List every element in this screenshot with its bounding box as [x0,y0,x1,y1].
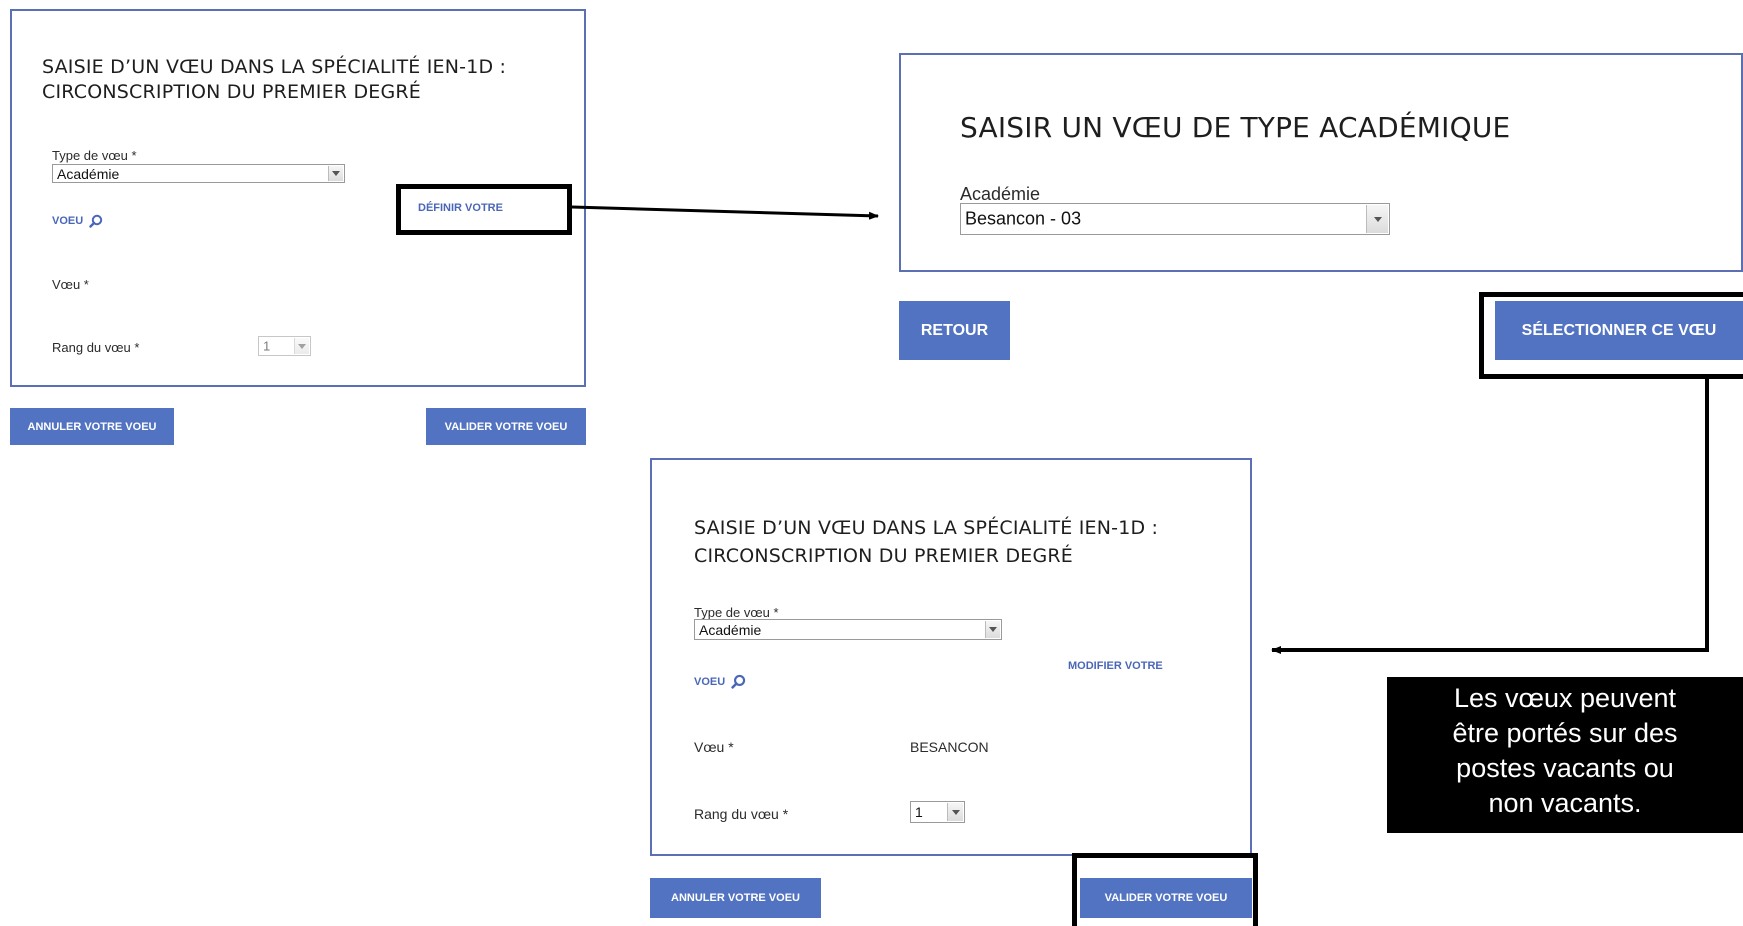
title-line-2: CIRCONSCRIPTION DU PREMIER DEGRÉ [42,81,422,103]
rank-select: 1 [258,336,311,356]
rank-select-value: 1 [263,338,271,354]
chevron-down-icon [1366,205,1388,233]
wish-link-label: VOEU [694,675,726,688]
dialog-title: SAISIR UN VŒU DE TYPE ACADÉMIQUE [960,111,1511,144]
cancel-wish-button[interactable]: ANNULER VOTRE VOEU [10,408,174,445]
highlight-select-button [1479,292,1743,379]
rank-label: Rang du vœu * [694,806,789,822]
info-note: Les vœux peuvent être portés sur des pos… [1387,677,1743,833]
search-icon [89,214,103,228]
wish-value: BESANCON [910,739,989,755]
search-icon [731,674,746,689]
academy-select-value: Besancon - 03 [965,208,1082,229]
type-select-value: Académie [699,621,762,638]
wish-search-link[interactable]: VOEU [694,674,746,689]
academy-select[interactable]: Besancon - 03 [960,203,1390,235]
wish-label: Vœu * [694,739,734,755]
modify-wish-link[interactable]: MODIFIER VOTRE [1068,660,1163,672]
rank-label: Rang du vœu * [52,340,140,355]
title-line-1: SAISIE D’UN VŒU DANS LA SPÉCIALITÉ IEN-1… [694,517,1159,539]
arrow-right-icon [571,205,879,220]
highlight-validate-button [1072,853,1258,926]
type-select[interactable]: Académie [52,164,345,183]
title-line-1: SAISIE D’UN VŒU DANS LA SPÉCIALITÉ IEN-1… [42,56,507,78]
arrow-left-icon [1271,377,1709,654]
title-line-2: CIRCONSCRIPTION DU PREMIER DEGRÉ [694,545,1074,567]
rank-select[interactable]: 1 [910,801,965,823]
type-select-value: Académie [57,165,120,182]
note-line-4: non vacants. [1488,788,1642,818]
type-label: Type de vœu * [694,605,779,620]
wish-link-label: VOEU [52,215,84,227]
chevron-down-icon [947,803,963,821]
panel-title: SAISIE D’UN VŒU DANS LA SPÉCIALITÉ IEN-1… [694,514,1158,570]
rank-select-value: 1 [915,804,923,820]
chevron-down-icon [294,338,309,354]
chevron-down-icon [985,621,1000,638]
academy-dialog: SAISIR UN VŒU DE TYPE ACADÉMIQUE Académi… [899,53,1743,272]
validate-wish-button[interactable]: VALIDER VOTRE VOEU [426,408,586,445]
highlight-define-link [396,184,572,235]
note-line-1: Les vœux peuvent [1453,683,1677,713]
note-line-2: être portés sur des [1452,718,1678,748]
panel-title: SAISIE D’UN VŒU DANS LA SPÉCIALITÉ IEN-1… [42,55,506,105]
type-label: Type de vœu * [52,148,137,163]
back-button[interactable]: RETOUR [899,301,1010,360]
wish-search-link[interactable]: VOEU [52,214,103,228]
note-line-3: postes vacants ou [1456,753,1674,783]
chevron-down-icon [328,166,343,181]
type-select[interactable]: Académie [694,619,1002,640]
wish-label: Vœu * [52,277,89,292]
academy-label: Académie [960,184,1041,204]
cancel-wish-button[interactable]: ANNULER VOTRE VOEU [650,878,821,918]
wish-entry-panel-filled: SAISIE D’UN VŒU DANS LA SPÉCIALITÉ IEN-1… [650,458,1252,856]
